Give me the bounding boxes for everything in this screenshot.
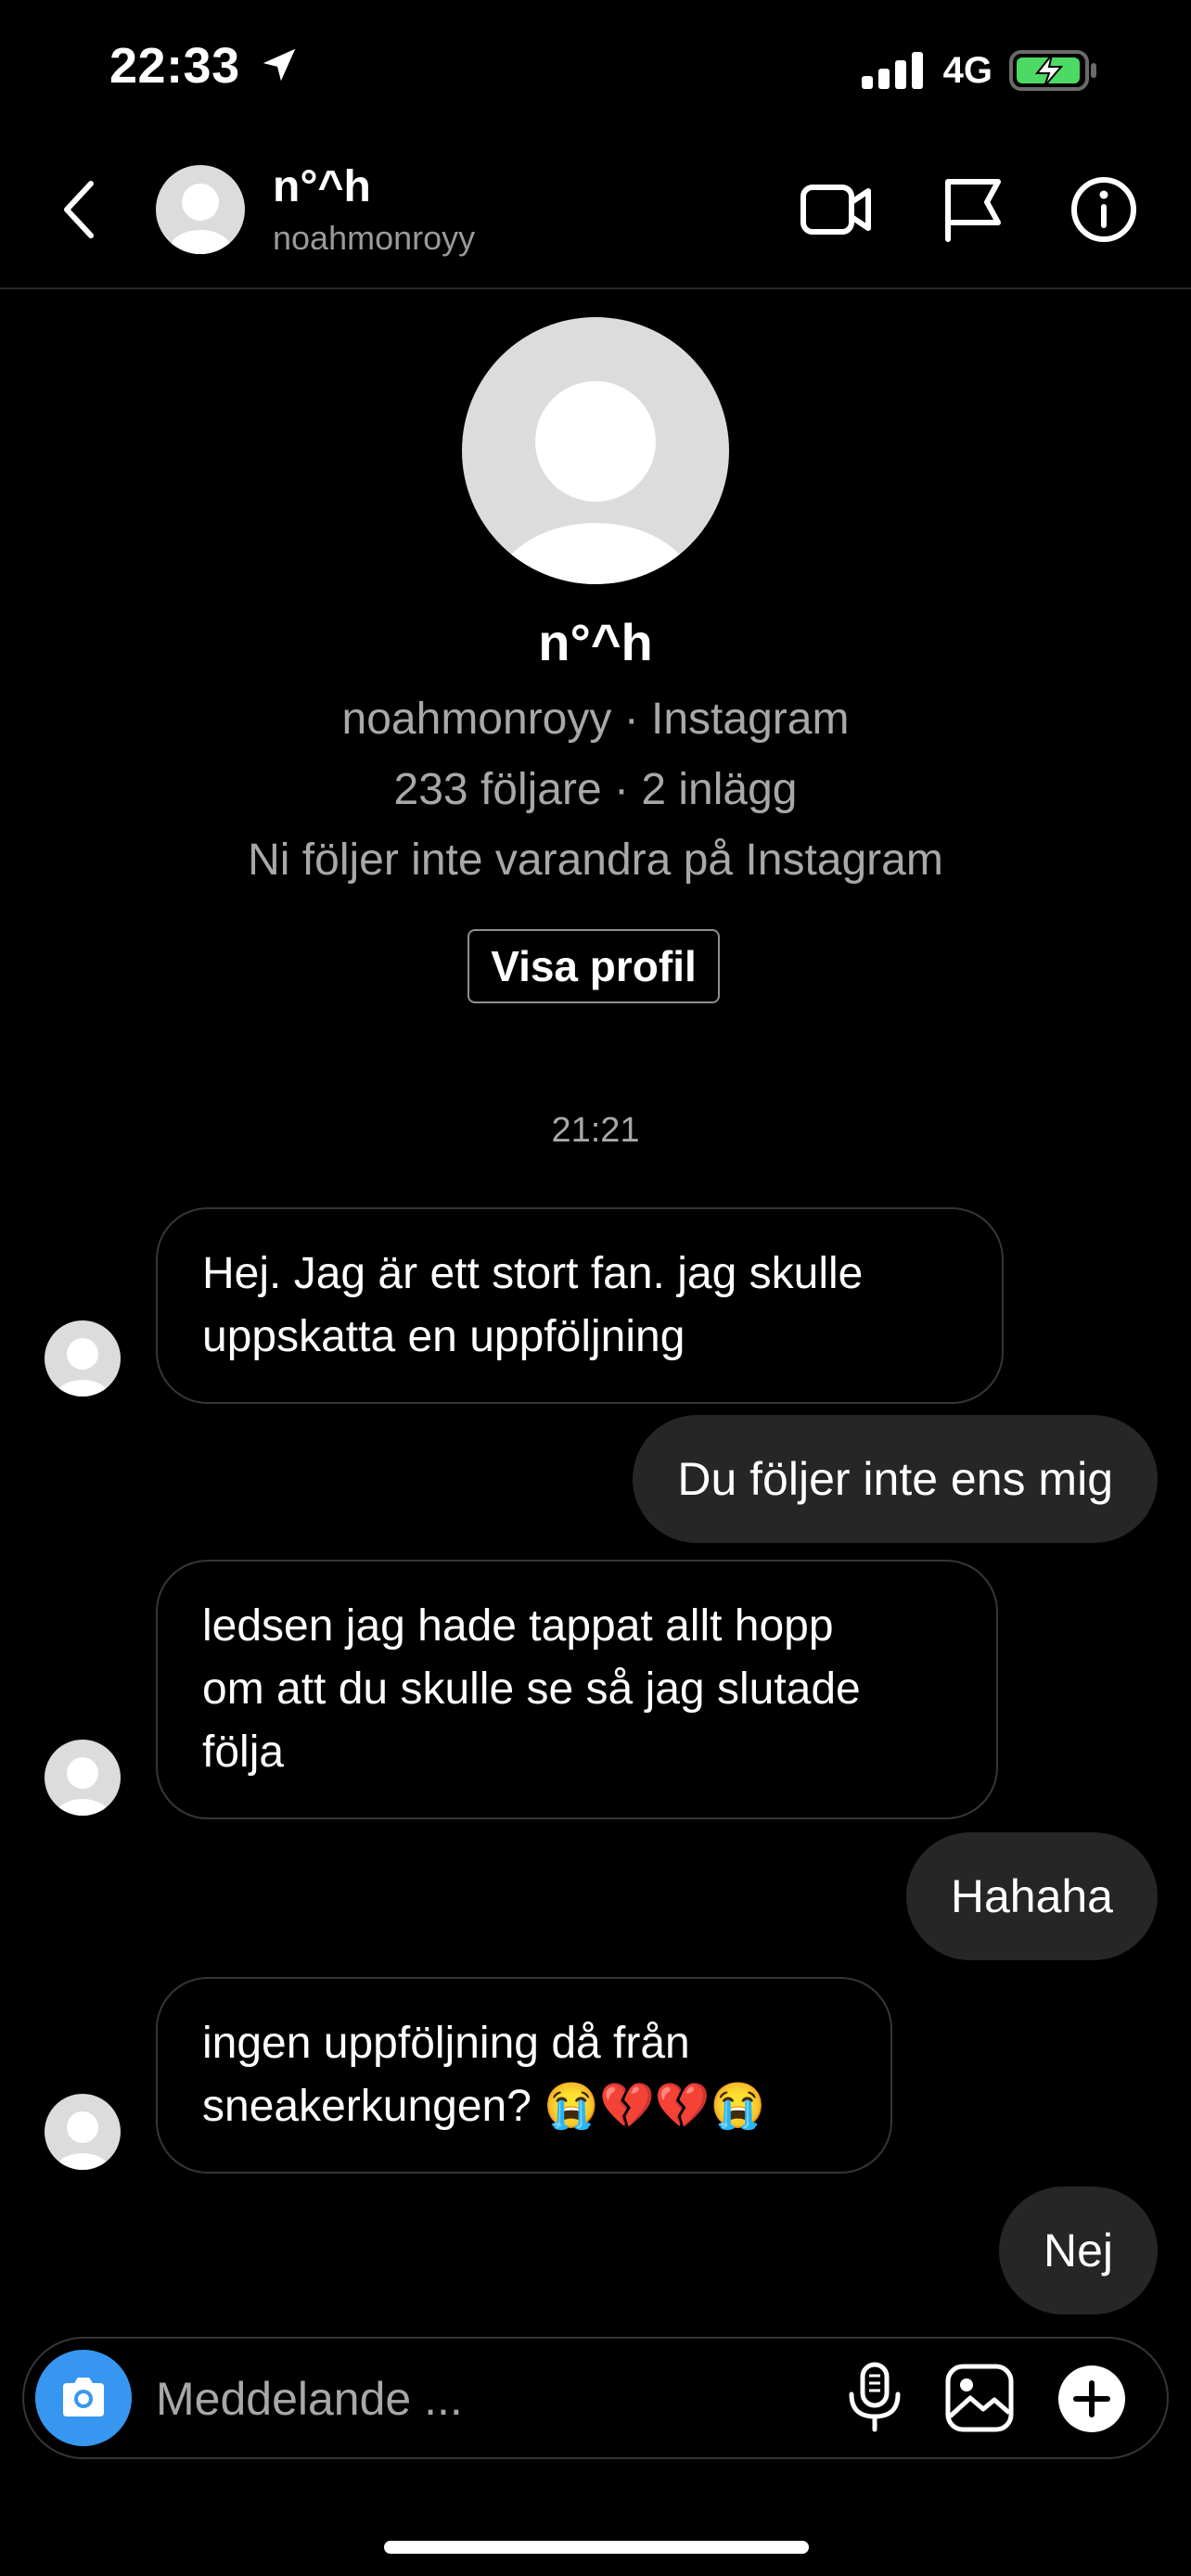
sender-avatar[interactable]	[45, 1740, 121, 1816]
message-incoming[interactable]: Hej. Jag är ett stort fan. jag skulle up…	[156, 1207, 1004, 1404]
message-line: sneakerkungen? 😭💔💔😭	[202, 2082, 766, 2131]
header-username[interactable]: noahmonroyy	[273, 219, 475, 258]
sender-avatar[interactable]	[45, 1320, 121, 1396]
message-line: om att du skulle se så jag slutade	[202, 1664, 861, 1714]
status-time-text: 22:33	[109, 38, 240, 94]
message-incoming[interactable]: ledsen jag hade tappat allt hopp om att …	[156, 1560, 998, 1819]
gallery-icon[interactable]	[944, 2363, 1015, 2433]
sender-avatar[interactable]	[45, 2094, 121, 2170]
camera-button[interactable]	[35, 2350, 132, 2446]
default-avatar-icon	[55, 2111, 110, 2170]
home-indicator[interactable]	[384, 2541, 809, 2554]
message-line: Hej. Jag är ett stort fan. jag skulle	[202, 1249, 864, 1298]
camera-icon	[63, 2378, 104, 2417]
network-type: 4G	[942, 49, 992, 91]
profile-username-line: noahmonroyy · Instagram	[341, 695, 850, 744]
header-avatar[interactable]	[156, 165, 245, 254]
default-avatar-icon	[55, 1757, 110, 1816]
message-line: ledsen jag hade tappat allt hopp	[202, 1601, 834, 1651]
message-line: ingen uppföljning då från	[202, 2019, 690, 2068]
signal-icon	[861, 52, 923, 89]
report-flag-icon[interactable]	[937, 174, 1011, 245]
header-name[interactable]: n°^h	[273, 161, 371, 212]
profile-name: n°^h	[538, 613, 653, 671]
message-outgoing[interactable]: Nej	[998, 2187, 1158, 2315]
status-indicators: 4G	[861, 48, 1098, 93]
microphone-icon[interactable]	[844, 2361, 905, 2435]
message-input[interactable]	[156, 2365, 805, 2433]
location-arrow-icon	[263, 48, 296, 82]
back-chevron-icon[interactable]	[52, 174, 108, 245]
profile-stats-line: 233 följare · 2 inlägg	[393, 765, 798, 814]
view-profile-button[interactable]: Visa profil	[467, 929, 720, 1003]
default-avatar-icon	[55, 1338, 110, 1396]
message-outgoing[interactable]: Du följer inte ens mig	[633, 1415, 1158, 1543]
default-avatar-icon	[169, 184, 232, 254]
status-time: 22:33	[109, 37, 301, 95]
video-call-icon[interactable]	[800, 174, 874, 245]
battery-charging-icon	[1009, 50, 1096, 91]
message-line: följa	[202, 1728, 285, 1777]
info-icon[interactable]	[1069, 174, 1139, 245]
profile-follow-status: Ni följer inte varandra på Instagram	[248, 835, 943, 885]
profile-avatar[interactable]	[462, 317, 729, 584]
message-incoming[interactable]: ingen uppföljning då från sneakerkungen?…	[156, 1977, 892, 2174]
message-outgoing[interactable]: Hahaha	[905, 1832, 1158, 1960]
add-plus-icon[interactable]	[1057, 2365, 1126, 2433]
default-avatar-icon	[494, 381, 697, 584]
conversation-timestamp: 21:21	[551, 1111, 640, 1150]
message-line: uppskatta en uppföljning	[202, 1312, 685, 1361]
